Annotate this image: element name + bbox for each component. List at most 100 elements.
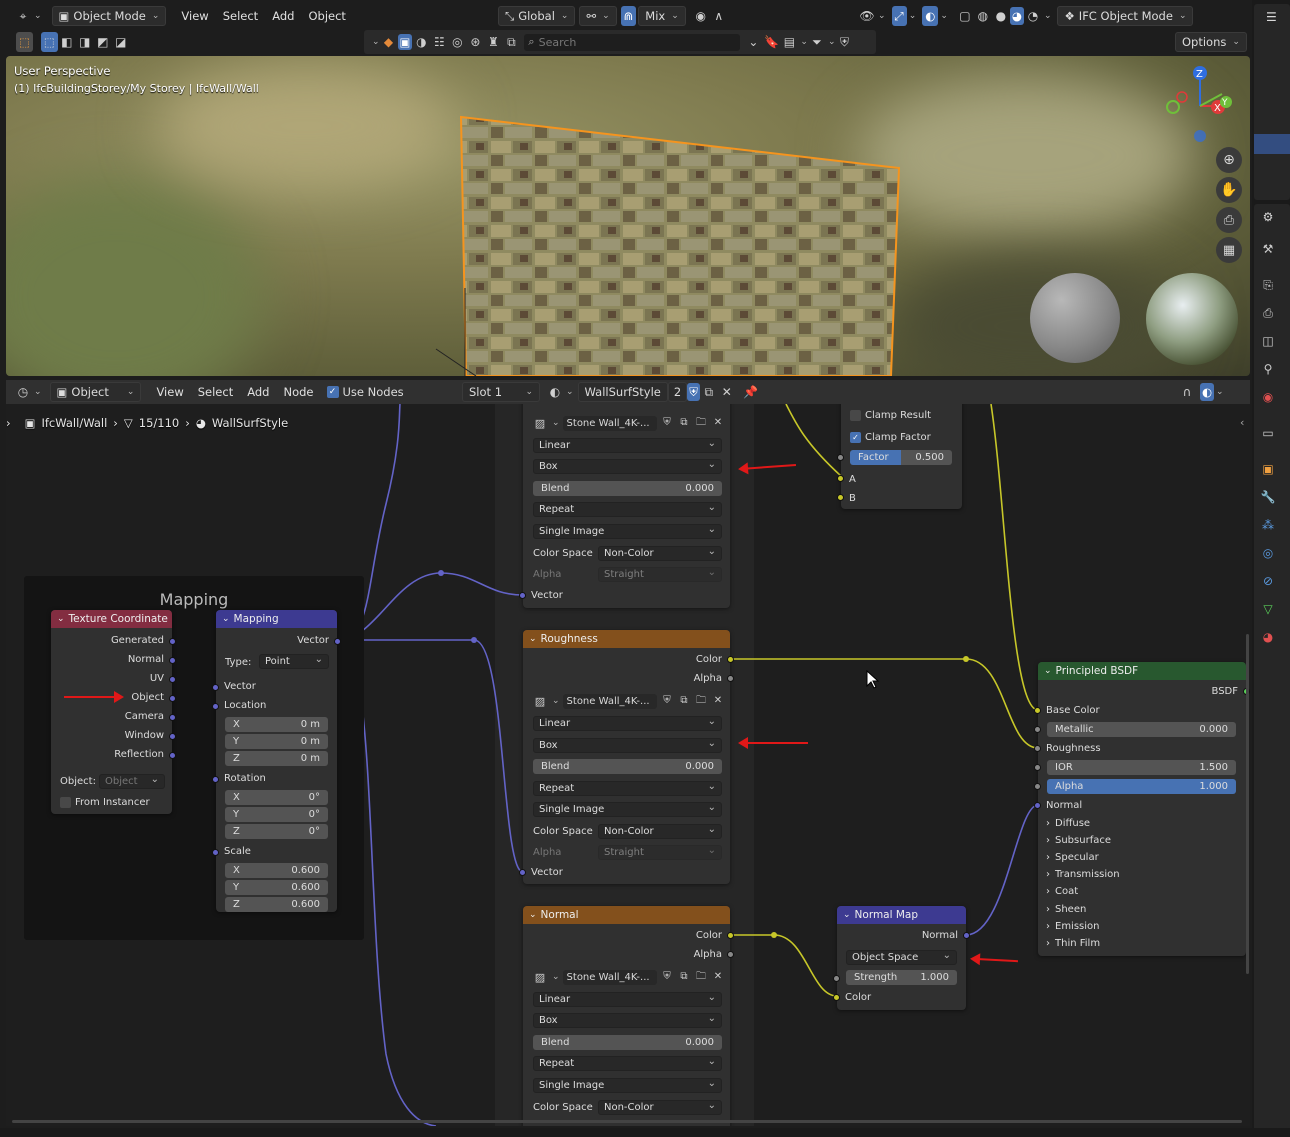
image-name-field[interactable]: Stone Wall_4K-... [562,969,657,985]
bsdf-panel-emission[interactable]: › Emission [1038,918,1246,934]
mapping-scale-y[interactable]: Y 0.600 [225,880,328,895]
blend-field[interactable]: Blend 0.000 [533,1035,722,1050]
select-tool[interactable]: ⬚ [16,32,33,52]
extension-dropdown[interactable]: Repeat [533,502,722,517]
roughness-header[interactable]: ⌄ Roughness [523,630,730,648]
physics-icon[interactable]: ◎ [1258,544,1278,562]
bsdf-input-normal[interactable]: Normal [1038,797,1246,813]
collapse-icon[interactable]: ⌄ [843,910,851,920]
collapse-icon[interactable]: ⌄ [529,634,537,644]
projection-dropdown[interactable]: Box [533,1013,722,1028]
normal-map-output-normal[interactable]: Normal [837,927,966,943]
normal-map-space-dropdown[interactable]: Object Space [846,950,957,965]
filter-icon-6[interactable]: ♜ [484,33,502,51]
mapping-node[interactable]: ⌄Mapping Vector Type: Point Vector Locat… [212,610,341,912]
image-open-icon[interactable]: 🗀 [694,692,708,710]
image-shield-icon[interactable]: ⛨ [660,414,674,432]
collapse-icon[interactable]: ⌄ [1044,666,1052,676]
search-options-icon[interactable]: ⌄ [744,33,762,51]
roughness-output-alpha[interactable]: Alpha [523,670,730,686]
image-shield-icon[interactable]: ⛨ [660,968,674,986]
material-icon[interactable]: ◕ [1258,628,1278,646]
mapping-header[interactable]: ⌄ Mapping [216,610,337,628]
image-selector-row[interactable]: ▨ ⌄ Stone Wall_4K-... ⛨ ⧉ 🗀 ✕ [533,968,725,986]
extension-dropdown[interactable]: Repeat [533,1056,722,1071]
interpolation-dropdown[interactable]: Linear [533,716,722,731]
normal-map-header[interactable]: ⌄ Normal Map [837,906,966,924]
color-space-dropdown[interactable]: Non-Color [598,546,722,561]
clamp-result-checkbox[interactable] [850,410,861,421]
filter-icon-2[interactable]: ◑ [412,33,430,51]
normal-map-strength-field[interactable]: Strength 1.000 [846,970,957,985]
node-menu-select[interactable]: Select [191,385,240,399]
source-dropdown[interactable]: Single Image [533,1078,722,1093]
image-texture-node-color[interactable]: ▨⌄ Stone Wall_4K-... ⛨ ⧉ 🗀 ✕ Linear Box … [519,404,730,608]
select-invert-icon[interactable]: ◩ [94,33,112,51]
bsdf-output[interactable]: BSDF [1038,683,1246,699]
pan-hand-icon[interactable]: ✋ [1216,177,1242,203]
outliner-panel[interactable]: ☰ [1254,4,1290,200]
material-users-count[interactable]: 2 [667,382,688,402]
image-input-vector[interactable]: Vector [523,587,730,603]
normal-map-node[interactable]: ⌄Normal Map Normal Object Space Strength… [833,906,970,1010]
output-icon[interactable]: ⎙ [1258,304,1278,322]
mapping-location-z[interactable]: Z 0 m [225,751,328,766]
mapping-rotation-y[interactable]: Y 0° [225,807,328,822]
snapping-icon[interactable]: ∩ [1178,383,1196,401]
wireframe-shading-icon[interactable]: ◍ [974,7,992,25]
filter-icon-4[interactable]: ◎ [448,33,466,51]
normal-map-input-color[interactable]: Color [837,989,966,1005]
interpolation-dropdown[interactable]: Linear [533,438,722,453]
node-menu-node[interactable]: Node [276,385,320,399]
collapse-icon[interactable]: ⌄ [57,614,65,624]
render-icon[interactable]: ⎘ [1258,276,1278,294]
projection-dropdown[interactable]: Box [533,459,722,474]
ortho-grid-icon[interactable]: ▦ [1216,237,1242,263]
texcoord-output-normal[interactable]: Normal [51,651,172,667]
normal-tex-output-color[interactable]: Color [523,927,730,943]
horizontal-scrollbar[interactable] [12,1120,1242,1123]
xray-icon[interactable]: ▢ [956,7,974,25]
color-space-dropdown[interactable]: Non-Color [598,824,722,839]
collapse-icon[interactable]: ⌄ [529,910,537,920]
roughness-output-color[interactable]: Color [523,651,730,667]
snap-mode-selector[interactable]: Mix ⌄ [638,6,686,26]
texcoord-output-camera[interactable]: Camera [51,708,172,724]
collapse-icon[interactable]: ⌄ [222,614,230,624]
orientation-selector[interactable]: ⤡ Global ⌄ [498,6,576,26]
bsdf-panel-subsurface[interactable]: › Subsurface [1038,832,1246,848]
image-open-icon[interactable]: 🗀 [694,414,708,432]
bsdf-panel-coat[interactable]: › Coat [1038,883,1246,899]
unlink-material-icon[interactable]: ✕ [718,383,736,401]
menu-select[interactable]: Select [216,9,265,23]
texcoord-output-reflection[interactable]: Reflection [51,746,172,762]
mix-node[interactable]: Clamp Result ✓ Clamp Factor Factor 0.500 … [837,404,962,509]
modifier-wrench-icon[interactable]: 🔧 [1258,488,1278,506]
image-open-icon[interactable]: 🗀 [694,968,708,986]
mapping-scale-x[interactable]: X 0.600 [225,863,328,878]
texcoord-header[interactable]: ⌄ Texture Coordinate [51,610,172,628]
filter-icon-5[interactable]: ⊛ [466,33,484,51]
editor-type-icon[interactable]: ⌖ [14,7,32,25]
node-editor-canvas[interactable]: Mapping ⌄ Texture Coordinate Generated No… [6,404,1250,1126]
mapping-rotation-z[interactable]: Z 0° [225,824,328,839]
texcoord-output-window[interactable]: Window [51,727,172,743]
texcoord-output-generated[interactable]: Generated [51,632,172,648]
menu-add[interactable]: Add [265,9,301,23]
overlay-toggle[interactable]: ◐ [922,6,939,26]
material-name-field[interactable]: WallSurfStyle [577,382,668,402]
bsdf-input-roughness[interactable]: Roughness [1038,740,1246,756]
zoom-icon[interactable]: ⊕ [1216,147,1242,173]
image-input-vector[interactable]: Vector [523,864,730,880]
ifc-mode-selector[interactable]: ❖ IFC Object Mode ⌄ [1057,6,1194,26]
bsdf-ior-field[interactable]: IOR 1.500 [1047,760,1236,775]
source-dropdown[interactable]: Single Image [533,524,722,539]
breadcrumb-toggle-icon[interactable]: › [6,416,11,430]
texture-coordinate-node[interactable]: ⌄ Texture Coordinate Generated Normal UV … [51,610,176,814]
normal-tex-output-alpha[interactable]: Alpha [523,946,730,962]
ifc-class-icon[interactable]: ◆ [380,33,398,51]
node-overlay-toggle[interactable]: ◐ [1200,383,1215,401]
source-dropdown[interactable]: Single Image [533,802,722,817]
bsdf-header[interactable]: ⌄ Principled BSDF [1038,662,1246,680]
pin-icon[interactable]: 📌 [742,383,760,401]
